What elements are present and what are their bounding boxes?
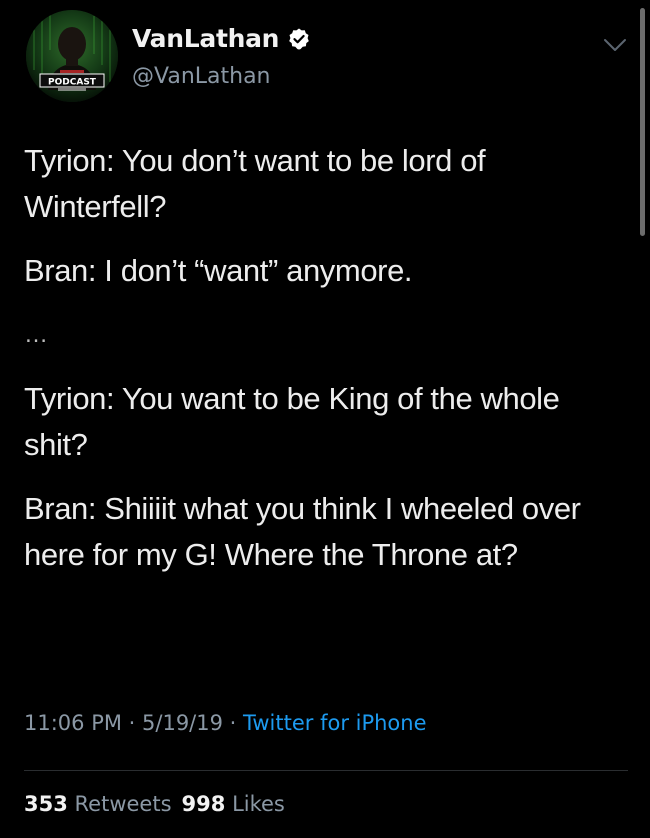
tweet-paragraph: Bran: Shiiiit what you think I wheeled o… — [24, 491, 581, 572]
tweet-paragraph: Bran: I don’t “want” anymore. — [24, 253, 413, 288]
likes-count: 998 — [181, 792, 226, 816]
chevron-down-icon[interactable] — [602, 36, 628, 54]
verified-badge-icon — [287, 27, 311, 51]
avatar-banner-text: PODCAST — [48, 78, 97, 88]
name-row: VanLathan — [132, 24, 311, 53]
scrollbar[interactable] — [640, 8, 645, 236]
retweets-label: Retweets — [74, 792, 172, 816]
likes-stat[interactable]: 998 Likes — [182, 792, 285, 816]
tweet-paragraph: Tyrion: You want to be King of the whole… — [24, 381, 560, 462]
meta-separator: · — [222, 711, 244, 735]
tweet-source-link[interactable]: Twitter for iPhone — [243, 711, 427, 735]
likes-label: Likes — [232, 792, 285, 816]
tweet-screen: PODCAST VanLathan @VanLathan Tyrion: You… — [0, 0, 650, 838]
tweet-text: Tyrion: You don’t want to be lord of Win… — [24, 138, 624, 596]
tweet-meta: 11:06 PM · 5/19/19 · Twitter for iPhone — [24, 711, 427, 735]
avatar[interactable]: PODCAST — [26, 10, 118, 102]
divider — [24, 770, 628, 771]
retweets-stat[interactable]: 353 Retweets — [24, 792, 172, 816]
tweet-header: PODCAST VanLathan @VanLathan — [24, 6, 634, 106]
meta-separator: · — [121, 711, 143, 735]
tweet-paragraph: Tyrion: You don’t want to be lord of Win… — [24, 143, 486, 224]
avatar-image: PODCAST — [26, 10, 118, 102]
handle[interactable]: @VanLathan — [132, 64, 271, 89]
tweet-stats: 353 Retweets 998 Likes — [24, 792, 285, 816]
tweet-time: 11:06 PM — [24, 711, 122, 735]
retweets-count: 353 — [24, 792, 68, 816]
tweet-date: 5/19/19 — [142, 711, 223, 735]
tweet-paragraph: … — [24, 321, 48, 348]
display-name[interactable]: VanLathan — [132, 24, 279, 53]
